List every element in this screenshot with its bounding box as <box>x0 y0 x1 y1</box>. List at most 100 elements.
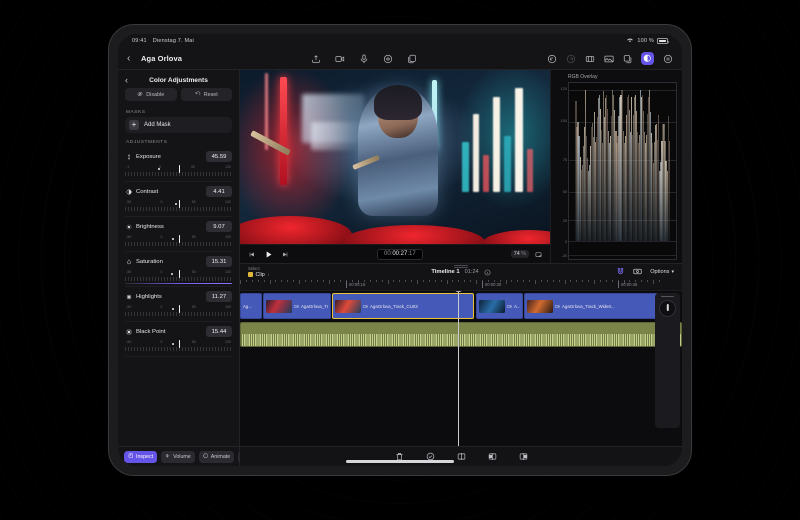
rgb-scope-panel: RGB Overlay 1201007550250-20 <box>550 70 682 263</box>
jog-wheel[interactable] <box>655 293 680 428</box>
adjustment-value[interactable]: 15.44 <box>206 326 232 337</box>
magnetic-icon[interactable] <box>616 263 625 281</box>
brightness-icon <box>125 223 132 230</box>
timeline-clip[interactable]: Ag... <box>240 293 262 319</box>
scale-tick: 50 <box>192 340 196 344</box>
adjustment-value[interactable]: 15.31 <box>206 256 232 267</box>
battery-icon <box>657 38 668 44</box>
playhead[interactable] <box>458 291 459 446</box>
ruler-tick <box>281 280 282 282</box>
chevron-updown-icon: ↕ <box>267 272 269 277</box>
disable-button[interactable]: Disable <box>125 88 177 101</box>
adjustment-slider[interactable]: -50050100 <box>125 270 232 283</box>
add-mask-button[interactable]: + Add Mask <box>125 117 232 133</box>
inspector-back-icon[interactable]: ‹ <box>125 75 137 85</box>
scale-tick: -50 <box>126 235 131 239</box>
ruler-tick <box>264 280 265 282</box>
duplicate-icon[interactable] <box>407 53 418 64</box>
scope-plot[interactable] <box>568 82 677 260</box>
ruler-tick <box>275 280 276 282</box>
select-value-row[interactable]: Clip ↕ <box>248 272 269 278</box>
redo-icon[interactable] <box>565 53 576 64</box>
ruler-tick <box>370 280 371 282</box>
undo-icon[interactable] <box>546 53 557 64</box>
info-icon[interactable] <box>484 263 491 281</box>
home-indicator[interactable] <box>346 460 454 463</box>
adjustment-slider[interactable]: -50050100 <box>125 305 232 318</box>
skip-back-icon[interactable] <box>248 251 255 258</box>
more-icon[interactable] <box>662 53 673 64</box>
timeline-clip[interactable]: A... <box>476 293 523 319</box>
app-top-bar: ‹ Aga Orlova <box>118 48 682 70</box>
keyframe-icon[interactable] <box>584 53 595 64</box>
ruler-tick <box>340 280 341 282</box>
adjustment-value[interactable]: 45.59 <box>206 151 232 162</box>
skip-forward-icon[interactable] <box>282 251 289 258</box>
video-camera-icon[interactable] <box>335 53 346 64</box>
blackpoint-icon <box>125 328 132 335</box>
ruler-tick <box>411 280 412 282</box>
adjustment-slider[interactable]: -50050100 <box>125 200 232 213</box>
saturation-icon <box>125 258 132 265</box>
titles-icon[interactable] <box>622 53 633 64</box>
footer-button-volume[interactable]: Volume <box>161 451 195 463</box>
volume-icon <box>165 453 171 461</box>
footer-button-inspect[interactable]: Inspect <box>124 451 157 463</box>
ruler-tick <box>576 280 577 282</box>
reset-button[interactable]: Reset <box>181 88 233 101</box>
zoom-level[interactable]: 74 % <box>511 250 529 258</box>
app-body: ‹ Color Adjustments Disable Reset <box>118 70 682 466</box>
video-preview[interactable] <box>240 70 550 244</box>
split-icon[interactable] <box>457 452 466 461</box>
ruler-tick <box>329 280 330 284</box>
viewer: 00:00:27:17 74 % <box>240 70 550 263</box>
trim-start-icon[interactable] <box>488 452 497 461</box>
adjustment-slider[interactable]: -50050100 <box>125 340 232 353</box>
adjustments-list: Exposure45.59-1050100Contrast4.41-500501… <box>118 147 239 446</box>
adjustment-value[interactable]: 9.07 <box>206 221 232 232</box>
import-icon[interactable] <box>311 53 322 64</box>
ruler-tick <box>423 280 424 282</box>
render-icon[interactable] <box>633 263 642 281</box>
timeline-ruler[interactable]: 00:00:1500:00:3000:00:45 <box>240 280 682 291</box>
adjustment-value[interactable]: 4.41 <box>206 186 232 197</box>
ruler-tick <box>582 280 583 282</box>
ruler-tick <box>476 280 477 284</box>
ruler-tick <box>270 280 271 284</box>
timeline-tracks[interactable]: Ag...AgaOrlova_Track_Wid...AgaOrlova_Tra… <box>240 291 682 446</box>
adjustment-label: Highlights <box>136 294 202 300</box>
adjustment-slider[interactable]: -50050100 <box>125 235 232 248</box>
audio-clip[interactable] <box>240 322 682 347</box>
voiceover-icon[interactable] <box>383 53 394 64</box>
timecode-display[interactable]: 00:00:27:17 <box>377 249 423 260</box>
back-icon[interactable]: ‹ <box>127 53 141 64</box>
inspector-title: Color Adjustments <box>137 77 232 84</box>
adjustment-row-highlights: Highlights 11.27 -50050100 <box>125 287 232 322</box>
scale-tick: 0 <box>160 340 162 344</box>
timeline-resize-handle[interactable] <box>454 265 468 268</box>
trim-end-icon[interactable] <box>519 452 528 461</box>
play-icon[interactable] <box>264 250 273 259</box>
scale-tick: 100 <box>225 305 231 309</box>
footer-button-animate[interactable]: Animate <box>199 451 234 463</box>
adjustment-row-brightness: Brightness9.07-50050100 <box>125 217 232 252</box>
media-library-icon[interactable] <box>603 53 614 64</box>
status-bar: 09:41 Dienstag 7. Mai 100 % <box>118 34 682 48</box>
microphone-icon[interactable] <box>359 53 370 64</box>
scale-tick: 100 <box>225 235 231 239</box>
adjustment-label: Black Point <box>136 329 202 335</box>
timecode-main: 00:27 <box>392 251 407 257</box>
options-button[interactable]: Options ▾ <box>650 269 674 275</box>
fit-screen-icon[interactable] <box>535 251 542 258</box>
adjustment-slider[interactable]: -1050100 <box>125 165 232 178</box>
wifi-icon <box>626 37 634 45</box>
timeline-clip[interactable]: AgaOrlova_Track_Wid... <box>263 293 331 319</box>
playhead-handle[interactable] <box>455 291 462 292</box>
timeline-clip[interactable]: AgaOrlova_Track_Wide0... <box>524 293 658 319</box>
timeline-clip[interactable]: AgaOrlova_Track_CU03 <box>332 293 474 319</box>
options-label: Options <box>650 269 669 275</box>
ruler-tick <box>559 280 560 282</box>
color-icon[interactable] <box>641 52 654 65</box>
clip-thumbnail <box>335 300 361 313</box>
adjustment-value[interactable]: 11.27 <box>206 291 232 302</box>
